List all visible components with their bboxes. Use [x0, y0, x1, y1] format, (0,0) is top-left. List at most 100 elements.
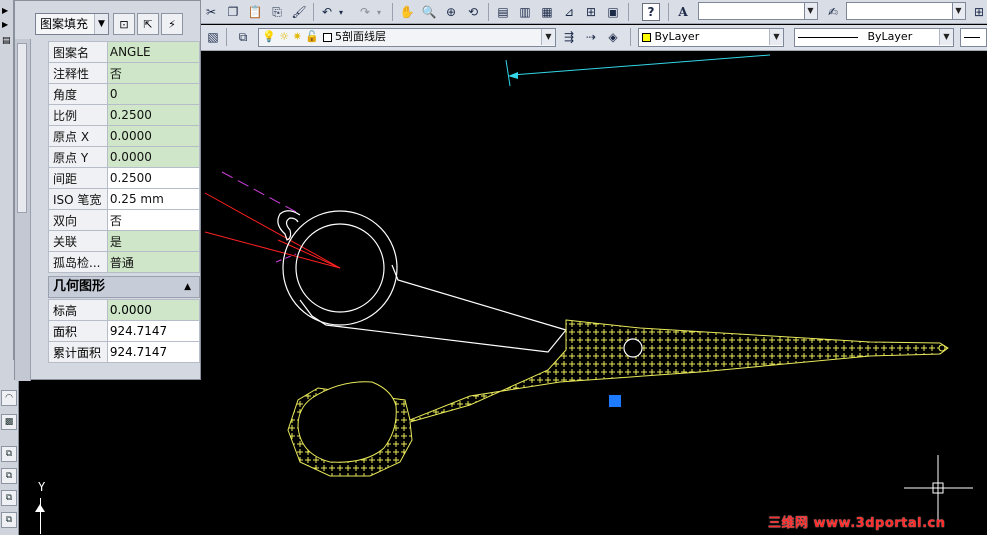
- red-construction-line[interactable]: [204, 192, 341, 269]
- pan-icon[interactable]: ✋: [398, 3, 416, 21]
- property-value[interactable]: 0.2500: [106, 167, 201, 189]
- color-combo-arrow[interactable]: ▼: [769, 29, 783, 45]
- property-value[interactable]: 0.2500: [106, 104, 201, 126]
- paste-icon[interactable]: 📋: [246, 3, 264, 21]
- redo-dropdown-icon[interactable]: ▾: [374, 3, 384, 21]
- property-row[interactable]: 间距 0.2500: [48, 167, 201, 189]
- property-row[interactable]: 图案名 ANGLE: [48, 41, 201, 63]
- help-icon[interactable]: ?: [642, 3, 660, 21]
- property-row[interactable]: 双向否: [48, 209, 201, 231]
- linetype-combo[interactable]: ByLayer ▼: [794, 28, 954, 47]
- design-center-icon[interactable]: ▥: [516, 3, 534, 21]
- zoom-previous-icon[interactable]: ⟲: [464, 3, 482, 21]
- object-type-arrow[interactable]: ▼: [94, 14, 108, 34]
- linetype-combo-arrow[interactable]: ▼: [939, 29, 953, 45]
- property-value[interactable]: 0.25 mm: [106, 188, 201, 210]
- geometry-section-header[interactable]: 几何图形 ▲: [48, 276, 200, 298]
- color-swatch: [642, 32, 651, 42]
- table-style-icon[interactable]: ⊞: [970, 3, 987, 21]
- sheet-set-icon[interactable]: ⊿: [560, 3, 578, 21]
- dock-arrow-icon[interactable]: ▶: [2, 20, 8, 29]
- zoom-window-icon[interactable]: ⊕: [442, 3, 460, 21]
- property-row[interactable]: 角度 0: [48, 83, 201, 105]
- cut-icon[interactable]: ✂: [202, 3, 220, 21]
- selection-grip[interactable]: [609, 395, 621, 407]
- undo-icon[interactable]: ↶: [318, 3, 336, 21]
- tool-palettes-icon[interactable]: ▦: [538, 3, 556, 21]
- dock-arrow-icon[interactable]: ▶: [2, 6, 8, 15]
- properties-header: 图案填充 ▼ ⊡ ⇱ ⚡: [15, 1, 200, 39]
- stack-tool-icon[interactable]: ⧉: [1, 468, 17, 484]
- toggle-pickadd-icon[interactable]: ⊡: [113, 13, 135, 35]
- stack-tool-icon[interactable]: ⧉: [1, 490, 17, 506]
- property-value[interactable]: 924.7147: [106, 320, 201, 342]
- lineweight-combo[interactable]: [960, 28, 987, 47]
- cyan-arrowhead: [508, 72, 518, 79]
- quick-select-icon[interactable]: ⚡: [161, 13, 183, 35]
- property-row[interactable]: 面积 924.7147: [48, 320, 201, 342]
- property-value[interactable]: ANGLE: [106, 41, 201, 63]
- layer-previous-icon[interactable]: ⇢: [582, 28, 600, 46]
- layer-state-icon[interactable]: ⧉: [234, 28, 252, 46]
- property-row[interactable]: 原点 X 0.0000: [48, 125, 201, 147]
- pivot-hole[interactable]: [623, 338, 643, 358]
- undo-dropdown-icon[interactable]: ▾: [336, 3, 346, 21]
- text-style-combo-arrow[interactable]: ▼: [804, 2, 818, 20]
- zoom-realtime-icon[interactable]: 🔍: [420, 3, 438, 21]
- hatch-tool-icon[interactable]: ▩: [1, 414, 17, 430]
- cyan-dimension-tick: [505, 59, 511, 87]
- stack-tool-icon[interactable]: ⧉: [1, 512, 17, 528]
- stack-tool-icon[interactable]: ⧉: [1, 446, 17, 462]
- layer-combo[interactable]: 💡 ☼ ✷ 🔓 5剖面线层 ▼: [258, 28, 556, 47]
- cyan-dimension-line[interactable]: [511, 54, 771, 76]
- dock-menu-icon[interactable]: ▤: [2, 36, 11, 46]
- dimension-style-combo[interactable]: [846, 2, 964, 20]
- property-value[interactable]: 否: [106, 209, 201, 231]
- layer-combo-arrow[interactable]: ▼: [541, 29, 555, 45]
- select-objects-icon[interactable]: ⇱: [137, 13, 159, 35]
- property-row[interactable]: 累计面积 924.7147: [48, 341, 201, 363]
- object-type-select[interactable]: 图案填充 ▼: [35, 13, 109, 35]
- layer-on-icon: 💡: [262, 30, 276, 43]
- properties-icon[interactable]: ▤: [494, 3, 512, 21]
- property-value[interactable]: 是: [106, 230, 201, 252]
- palette-title-bar[interactable]: [15, 39, 31, 381]
- layer-match-icon[interactable]: ◈: [604, 28, 622, 46]
- property-value[interactable]: 924.7147: [106, 341, 201, 363]
- collapse-icon[interactable]: ▲: [184, 277, 191, 297]
- layer-freeze-icon: ☼: [279, 30, 290, 43]
- property-row[interactable]: 标高 0.0000: [48, 299, 201, 321]
- markup-icon[interactable]: ⊞: [582, 3, 600, 21]
- red-construction-line[interactable]: [204, 231, 341, 269]
- property-value[interactable]: 0.0000: [106, 125, 201, 147]
- property-value[interactable]: 0.0000: [106, 146, 201, 168]
- copy-icon[interactable]: ❐: [224, 3, 242, 21]
- calculator-icon[interactable]: ▣: [604, 3, 622, 21]
- color-value: ByLayer: [654, 30, 700, 43]
- property-row[interactable]: ISO 笔宽 0.25 mm: [48, 188, 201, 210]
- magenta-construction-line[interactable]: [221, 171, 301, 215]
- property-row[interactable]: 关联是: [48, 230, 201, 252]
- lineweight-sample: [964, 36, 980, 38]
- redo-icon[interactable]: ↷: [356, 3, 374, 21]
- color-combo[interactable]: ByLayer ▼: [638, 28, 784, 47]
- upper-blade-outline[interactable]: [299, 264, 568, 353]
- dimension-style-combo-arrow[interactable]: ▼: [952, 2, 966, 20]
- property-value[interactable]: 否: [106, 62, 201, 84]
- palette-scroll-thumb[interactable]: [17, 43, 27, 213]
- property-row[interactable]: 原点 Y 0.0000: [48, 146, 201, 168]
- match-properties-icon[interactable]: 🖌: [290, 3, 308, 21]
- property-row[interactable]: 比例 0.2500: [48, 104, 201, 126]
- make-object-layer-current-icon[interactable]: ⇶: [560, 28, 578, 46]
- property-row[interactable]: 注释性否: [48, 62, 201, 84]
- layer-manager-icon[interactable]: ▧: [204, 28, 222, 46]
- text-style-icon[interactable]: A: [674, 3, 692, 21]
- property-value[interactable]: 0: [106, 83, 201, 105]
- copy-with-base-icon[interactable]: ⎘: [268, 3, 286, 21]
- property-value[interactable]: 普通: [106, 251, 201, 273]
- property-value[interactable]: 0.0000: [106, 299, 201, 321]
- dimension-style-icon[interactable]: ✍: [824, 3, 842, 21]
- property-row[interactable]: 孤岛检... 普通: [48, 251, 201, 273]
- arc-tool-icon[interactable]: ◠: [1, 390, 17, 406]
- text-style-combo[interactable]: [698, 2, 816, 20]
